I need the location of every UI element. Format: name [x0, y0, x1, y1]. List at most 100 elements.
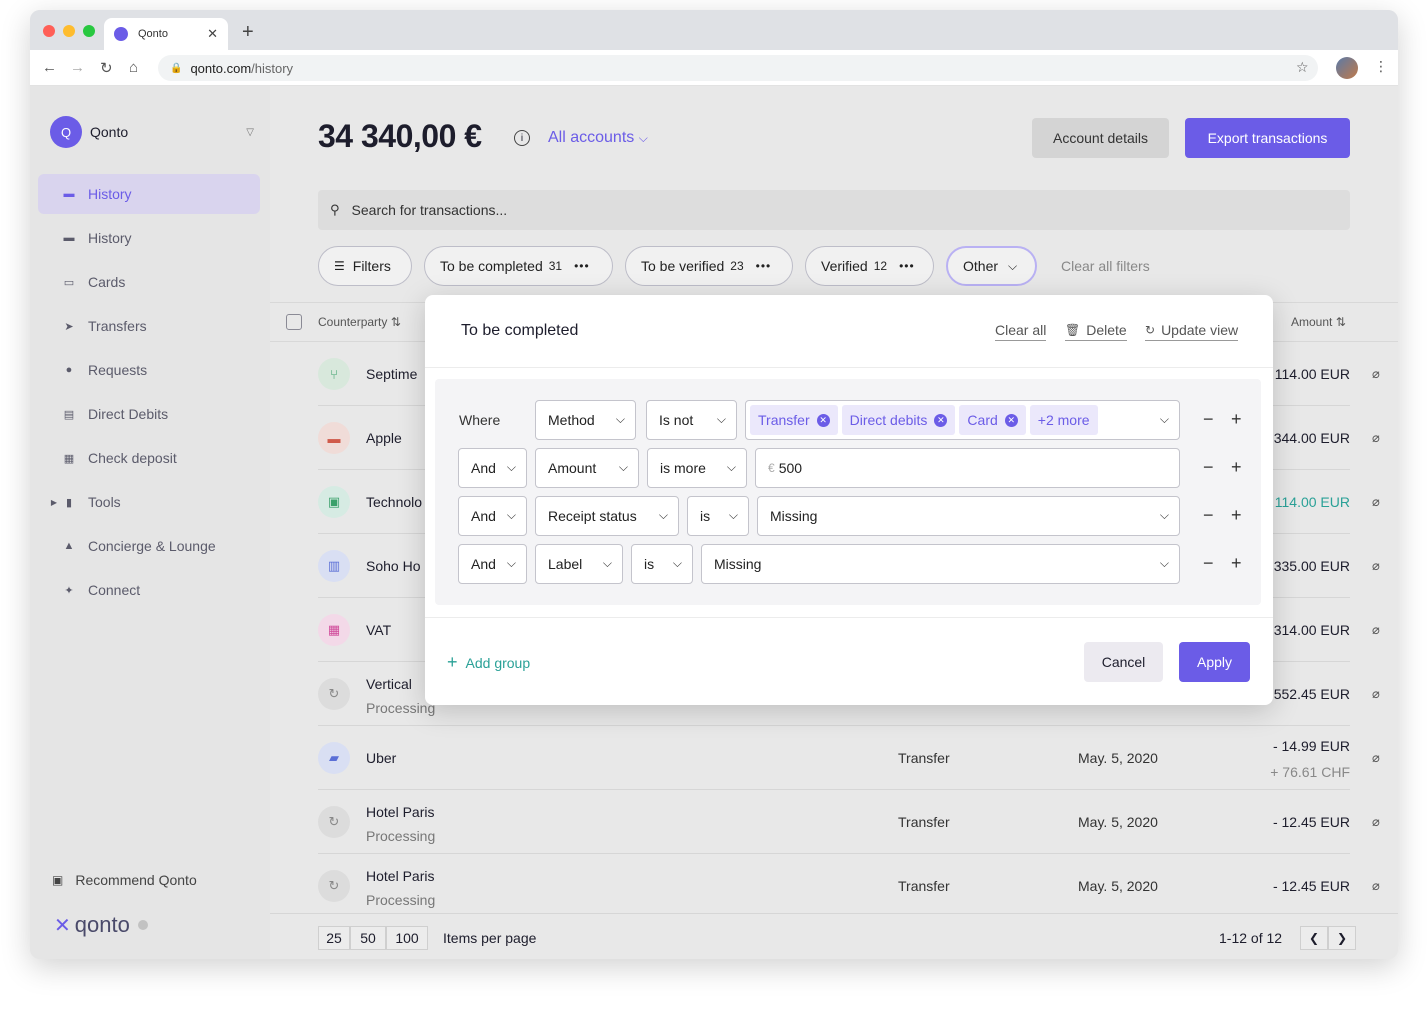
update-view-button[interactable]: ↻ Update view [1145, 322, 1239, 341]
new-tab-icon[interactable]: + [242, 21, 254, 44]
sidebar-item-history-active[interactable]: ▬ History [38, 174, 260, 214]
field-select-receipt-status[interactable]: Receipt status ⌵ [535, 496, 679, 536]
filters-button[interactable]: ☰ Filters [318, 246, 412, 286]
table-row[interactable]: ↻ Hotel Paris Processing Transfer May. 5… [318, 790, 1380, 854]
remove-condition-icon[interactable]: − [1203, 457, 1214, 478]
chip-more[interactable]: +2 more [1029, 405, 1098, 435]
browser-menu-icon[interactable]: ⋮ [1374, 58, 1388, 75]
remove-condition-icon[interactable]: − [1203, 505, 1214, 526]
values-multiselect[interactable]: Transfer ✕ Direct debits ✕ Card ✕ +2 more ⌵ [745, 400, 1180, 440]
select-all-checkbox[interactable] [286, 314, 302, 330]
more-icon[interactable]: ••• [899, 259, 915, 273]
add-condition-icon[interactable]: + [1231, 409, 1242, 430]
operator-select[interactable]: is ⌵ [687, 496, 749, 536]
field-select-amount[interactable]: Amount ⌵ [535, 448, 639, 488]
row-date: May. 5, 2020 [1078, 750, 1158, 766]
url-field[interactable]: 🔒 qonto.com/history [158, 55, 1318, 81]
add-condition-icon[interactable]: + [1231, 505, 1242, 526]
sidebar-item-connect[interactable]: ✦ Connect [38, 570, 260, 610]
conjunction-select[interactable]: And ⌵ [458, 544, 527, 584]
clear-all-button[interactable]: Clear all [995, 322, 1047, 341]
search-input[interactable]: ⚲ Search for transactions... [318, 190, 1350, 230]
accounts-dropdown[interactable]: All accounts ⌵ [548, 129, 648, 147]
sidebar-item-transfers[interactable]: ➤ Transfers [38, 306, 260, 346]
page-size-100[interactable]: 100 [386, 926, 428, 950]
account-details-button[interactable]: Account details [1032, 118, 1169, 158]
processing-icon: ↻ [318, 806, 350, 838]
attachment-icon[interactable]: ⌀ [1372, 750, 1380, 766]
page-size-50[interactable]: 50 [350, 926, 386, 950]
attachment-icon[interactable]: ⌀ [1372, 494, 1380, 510]
sidebar-item-history[interactable]: ▬ History [38, 218, 260, 258]
minimize-window-button[interactable] [63, 25, 75, 37]
close-window-button[interactable] [43, 25, 55, 37]
attachment-icon[interactable]: ⌀ [1372, 814, 1380, 830]
next-page-icon[interactable]: ❯ [1328, 926, 1356, 950]
sidebar-item-tools[interactable]: ▶ ▮ Tools [38, 482, 260, 522]
sidebar-item-direct-debits[interactable]: ▤ Direct Debits [38, 394, 260, 434]
export-transactions-button[interactable]: Export transactions [1185, 118, 1350, 158]
apply-button[interactable]: Apply [1179, 642, 1250, 682]
view-to-be-completed[interactable]: To be completed 31 ••• [424, 246, 613, 286]
row-status: Processing [366, 892, 436, 908]
bookmark-star-icon[interactable]: ☆ [1296, 59, 1309, 76]
back-icon[interactable]: ← [42, 59, 57, 76]
operator-select[interactable]: Is not ⌵ [646, 400, 737, 440]
conjunction-select[interactable]: And ⌵ [458, 448, 527, 488]
attachment-icon[interactable]: ⌀ [1372, 878, 1380, 894]
operator-select[interactable]: is ⌵ [631, 544, 693, 584]
attachment-icon[interactable]: ⌀ [1372, 366, 1380, 382]
remove-chip-icon[interactable]: ✕ [934, 413, 948, 427]
page-size-25[interactable]: 25 [318, 926, 350, 950]
favicon-icon [114, 27, 128, 41]
add-condition-icon[interactable]: + [1231, 553, 1242, 574]
view-verified[interactable]: Verified 12 ••• [805, 246, 934, 286]
chip-label: Card [967, 412, 998, 428]
sidebar-item-cards[interactable]: ▭ Cards [38, 262, 260, 302]
delete-button[interactable]: 🗑 Delete [1065, 322, 1127, 341]
clear-all-filters-link[interactable]: Clear all filters [1061, 258, 1150, 274]
profile-avatar[interactable] [1336, 57, 1358, 79]
org-switcher[interactable]: Q Qonto ▽ [50, 116, 254, 148]
amount-input[interactable]: €500 [755, 448, 1180, 488]
col-counterparty[interactable]: Counterparty ⇅ [318, 315, 401, 329]
remove-chip-icon[interactable]: ✕ [816, 413, 830, 427]
close-tab-icon[interactable]: ✕ [207, 26, 218, 42]
table-row[interactable]: ↻ Hotel Paris Processing Transfer May. 5… [318, 854, 1380, 918]
qonto-x-icon: ✕ [54, 914, 71, 937]
remove-chip-icon[interactable]: ✕ [1004, 413, 1018, 427]
attachment-icon[interactable]: ⌀ [1372, 430, 1380, 446]
browser-tab[interactable]: Qonto ✕ [104, 18, 228, 50]
home-icon[interactable]: ⌂ [129, 59, 138, 76]
field-select-label[interactable]: Label ⌵ [535, 544, 623, 584]
value-select[interactable]: Missing ⌵ [701, 544, 1180, 584]
attachment-icon[interactable]: ⌀ [1372, 558, 1380, 574]
forward-icon[interactable]: → [70, 59, 85, 76]
attachment-icon[interactable]: ⌀ [1372, 622, 1380, 638]
maximize-window-button[interactable] [83, 25, 95, 37]
view-other-dropdown[interactable]: Other ⌵ [946, 246, 1037, 286]
sidebar-item-requests[interactable]: ● Requests [38, 350, 260, 390]
info-icon[interactable]: i [514, 130, 530, 146]
field-select-method[interactable]: Method ⌵ [535, 400, 636, 440]
col-amount[interactable]: Amount ⇅ [1291, 315, 1346, 329]
table-row[interactable]: ▰ Uber Transfer May. 5, 2020 - 14.99 EUR… [318, 726, 1380, 790]
attachment-icon[interactable]: ⌀ [1372, 686, 1380, 702]
operator-select[interactable]: is more ⌵ [647, 448, 747, 488]
address-bar: ← → ↻ ⌂ 🔒 qonto.com/history ☆ ⋮ [30, 50, 1398, 86]
sidebar-item-concierge[interactable]: ▲ Concierge & Lounge [38, 526, 260, 566]
recommend-link[interactable]: ▣ Recommend Qonto [52, 872, 197, 888]
value-select[interactable]: Missing ⌵ [757, 496, 1180, 536]
more-icon[interactable]: ••• [574, 259, 590, 273]
view-to-be-verified[interactable]: To be verified 23 ••• [625, 246, 793, 286]
remove-condition-icon[interactable]: − [1203, 409, 1214, 430]
conjunction-select[interactable]: And ⌵ [458, 496, 527, 536]
add-group-button[interactable]: + Add group [447, 652, 530, 673]
prev-page-icon[interactable]: ❮ [1300, 926, 1328, 950]
cancel-button[interactable]: Cancel [1084, 642, 1163, 682]
remove-condition-icon[interactable]: − [1203, 553, 1214, 574]
reload-icon[interactable]: ↻ [100, 59, 113, 77]
sidebar-item-check-deposit[interactable]: ▦ Check deposit [38, 438, 260, 478]
add-condition-icon[interactable]: + [1231, 457, 1242, 478]
more-icon[interactable]: ••• [756, 259, 772, 273]
